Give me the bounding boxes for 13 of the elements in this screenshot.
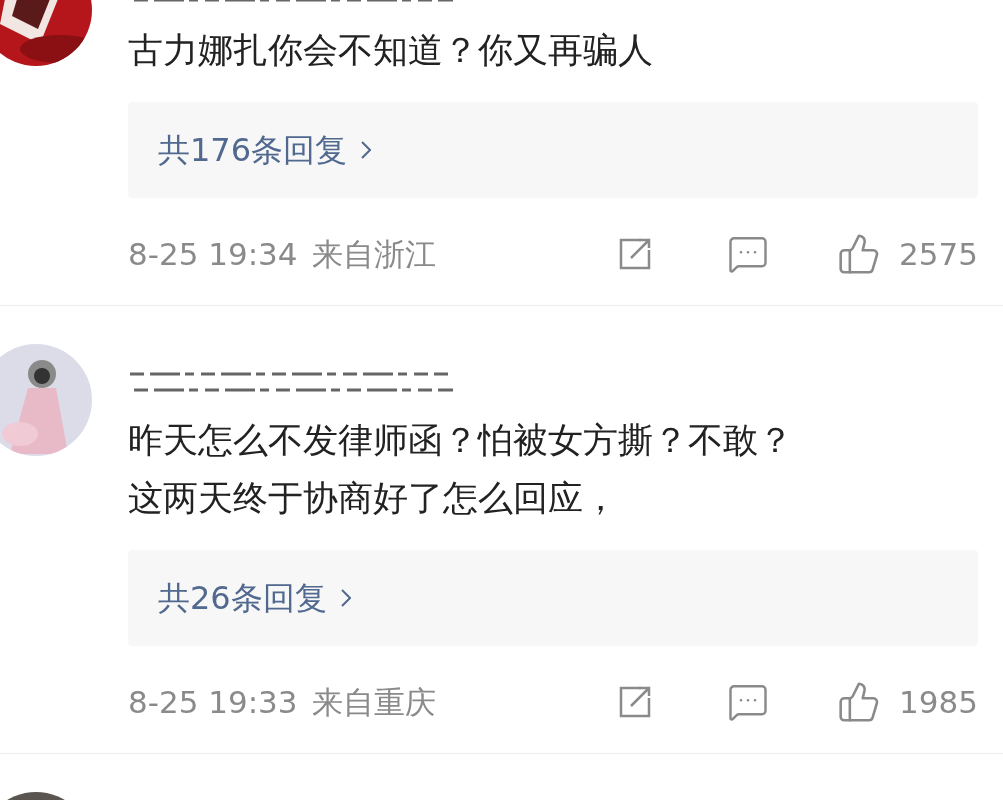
comment-location: 来自重庆 [311, 682, 436, 722]
replies-link[interactable]: 共26条回复 [158, 574, 351, 622]
replies-link[interactable]: 共176条回复 [158, 126, 372, 174]
chevron-icon [361, 141, 372, 159]
comment-text: 昨天怎么不发律师函？怕被女方撕？不敢？ [128, 419, 794, 462]
comment-text: 古力娜扎你会不知道？你又再骗人 [128, 29, 654, 72]
like-count: 1985 [899, 682, 978, 722]
comment-location: 来自浙江 [311, 234, 436, 274]
like-count: 2575 [899, 234, 978, 274]
comment-time: 8-25 19:33 [128, 682, 298, 722]
comment-text: 这两天终于协商好了怎么回应， [128, 477, 619, 520]
comment-time: 8-25 19:34 [128, 234, 298, 274]
chevron-icon [340, 589, 351, 607]
